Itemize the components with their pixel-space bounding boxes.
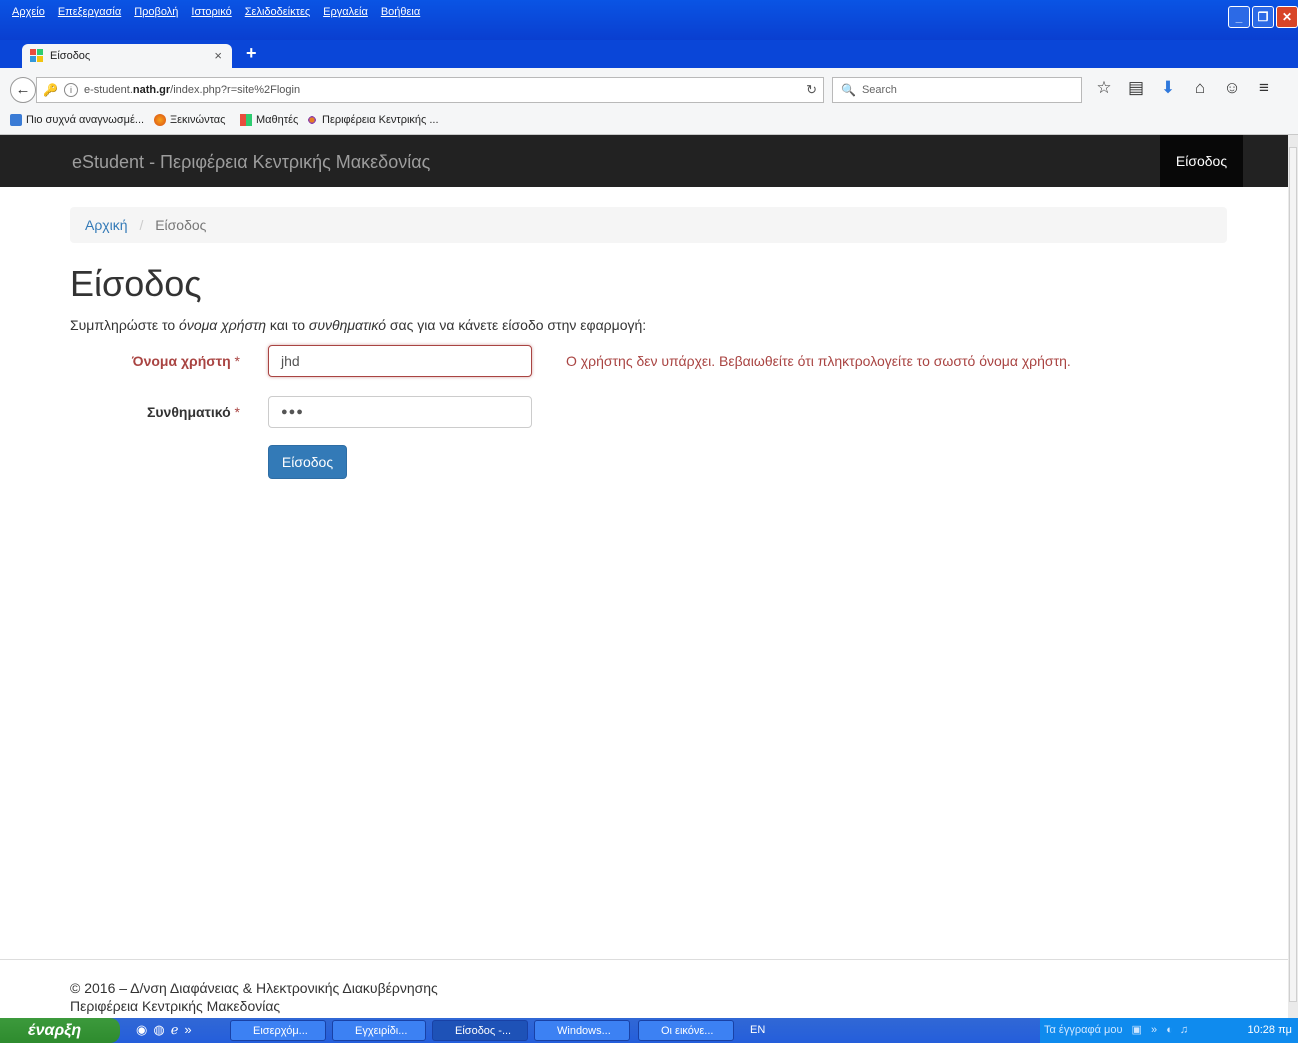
menu-help[interactable]: Βοήθεια [381, 6, 420, 18]
login-submit-button[interactable]: Είσοδος [268, 445, 347, 479]
username-label: Όνομα χρήστη * [132, 353, 240, 369]
site-brand[interactable]: eStudent - Περιφέρεια Κεντρικής Μακεδονί… [72, 152, 430, 173]
tray-network-icon[interactable]: ◐ [1166, 1024, 1173, 1036]
breadcrumb-current: Είσοδος [155, 217, 207, 233]
bookmark-getting-started[interactable]: Ξεκινώντας [154, 114, 225, 126]
navbar-login-link[interactable]: Είσοδος [1160, 135, 1243, 187]
region-logo-icon [306, 114, 318, 126]
search-input[interactable]: 🔍 Search [832, 77, 1082, 103]
hamburger-menu-icon[interactable]: ≡ [1248, 78, 1280, 98]
menu-items: Αρχείο Επεξεργασία Προβολή Ιστορικό Σελι… [12, 6, 433, 18]
more-chevron-icon[interactable]: » [184, 1022, 191, 1038]
bookmark-students[interactable]: Μαθητές [240, 114, 298, 126]
footer-divider [0, 959, 1288, 960]
download-icon[interactable]: ⬇ [1152, 78, 1184, 98]
key-icon[interactable]: 🔑 [43, 83, 58, 97]
taskbar-item-windows[interactable]: Windows... [534, 1020, 630, 1041]
system-tray: Τα έγγραφά μου ▣ » ◐ ♫ 10:28 πμ [1040, 1018, 1298, 1043]
restore-icon[interactable]: ❐ [1252, 6, 1274, 28]
taskbar-item-images[interactable]: Οι εικόνε... [638, 1020, 734, 1041]
page-title: Είσοδος [70, 263, 202, 304]
url-text: e-student.nath.gr/index.php?r=site%2Flog… [83, 84, 301, 96]
site-footer: © 2016 – Δ/νση Διαφάνειας & Ηλεκτρονικής… [70, 979, 438, 1015]
breadcrumb-home-link[interactable]: Αρχική [85, 217, 128, 233]
tray-my-documents[interactable]: Τα έγγραφά μου [1044, 1024, 1122, 1036]
breadcrumb: Αρχική / Είσοδος [70, 207, 1227, 243]
firefox-icon[interactable]: ◍ [153, 1022, 164, 1038]
window-controls: _ ❐ ✕ [1226, 6, 1298, 28]
breadcrumb-separator: / [139, 217, 144, 233]
bookmarks-toolbar: Πιο συχνά αναγνωσμέ... Ξεκινώντας Μαθητέ… [0, 108, 1298, 135]
scrollbar-thumb[interactable] [1289, 147, 1297, 1002]
site-favicon-icon [240, 114, 252, 126]
quick-launch: ◉ ◍ ℯ » [136, 1022, 192, 1038]
chat-icon[interactable]: ☺ [1216, 78, 1248, 98]
bookmark-region[interactable]: Περιφέρεια Κεντρικής ... [306, 114, 439, 126]
taskbar-item-firefox[interactable]: Είσοδος -... [432, 1020, 528, 1041]
taskbar-item-inbox[interactable]: Εισερχόμ... [230, 1020, 326, 1041]
star-bookmark-icon[interactable]: ☆ [1088, 78, 1120, 98]
username-input[interactable]: jhd [268, 345, 532, 377]
home-icon[interactable]: ⌂ [1184, 78, 1216, 98]
clock: 10:28 πμ [1247, 1024, 1292, 1036]
ie-icon[interactable]: ℯ [171, 1022, 179, 1038]
new-tab-icon[interactable]: + [246, 43, 257, 64]
web-page: eStudent - Περιφέρεια Κεντρικής Μακεδονί… [0, 135, 1288, 1018]
back-arrow-icon[interactable]: ← [10, 77, 36, 103]
search-placeholder: Search [861, 84, 897, 96]
footer-organization: Περιφέρεια Κεντρικής Μακεδονίας [70, 998, 281, 1014]
login-instructions: Συμπληρώστε το όνομα χρήστη και το συνθη… [70, 317, 647, 333]
taskbar-item-manual[interactable]: Εγχειρίδι... [332, 1020, 426, 1041]
menu-file[interactable]: Αρχείο [12, 6, 45, 18]
password-input[interactable]: ●●● [268, 396, 532, 428]
tray-folder-icon[interactable]: ▣ [1132, 1024, 1142, 1036]
bookmark-most-visited[interactable]: Πιο συχνά αναγνωσμέ... [10, 114, 144, 126]
password-label: Συνθηματικό * [146, 404, 240, 420]
toolbar-icons: ☆ ▤ ⬇ ⌂ ☺ ≡ [1088, 78, 1280, 98]
minimize-icon[interactable]: _ [1228, 6, 1250, 28]
reading-list-icon[interactable]: ▤ [1120, 78, 1152, 98]
site-favicon-icon [30, 49, 44, 63]
navigation-bar: ← 🔑 i e-student.nath.gr/index.php?r=site… [0, 68, 1298, 109]
close-window-icon[interactable]: ✕ [1276, 6, 1298, 28]
address-bar[interactable]: 🔑 i e-student.nath.gr/index.php?r=site%2… [36, 77, 824, 103]
search-icon: 🔍 [841, 83, 856, 97]
page-scrollbar[interactable] [1288, 135, 1298, 1018]
bookmark-label: Ξεκινώντας [170, 114, 226, 126]
tray-more-icon[interactable]: » [1151, 1024, 1157, 1036]
tab-title: Είσοδος [50, 50, 91, 62]
menu-bookmarks[interactable]: Σελιδοδείκτες [245, 6, 310, 18]
site-navbar: eStudent - Περιφέρεια Κεντρικής Μακεδονί… [0, 135, 1288, 187]
tray-volume-icon[interactable]: ♫ [1180, 1024, 1188, 1036]
info-icon[interactable]: i [63, 83, 78, 97]
reload-icon[interactable]: ↻ [806, 82, 817, 98]
menu-edit[interactable]: Επεξεργασία [58, 6, 121, 18]
tab-login[interactable]: Είσοδος × [22, 44, 232, 68]
start-button[interactable]: έναρξη [0, 1018, 120, 1043]
menu-view[interactable]: Προβολή [134, 6, 178, 18]
bookmark-label: Μαθητές [256, 114, 299, 126]
tab-close-icon[interactable]: × [214, 48, 222, 63]
username-error-message: Ο χρήστης δεν υπάρχει. Βεβαιωθείτε ότι π… [566, 353, 1071, 369]
footer-copyright: © 2016 – Δ/νση Διαφάνειας & Ηλεκτρονικής… [70, 980, 438, 996]
menu-bar: Αρχείο Επεξεργασία Προβολή Ιστορικό Σελι… [0, 0, 1298, 40]
tab-strip: Είσοδος × + [0, 40, 1298, 68]
chrome-icon[interactable]: ◉ [136, 1022, 147, 1038]
taskbar: έναρξη ◉ ◍ ℯ » Εισερχόμ... Εγχειρίδι... … [0, 1018, 1298, 1043]
folder-icon [10, 114, 22, 126]
bookmark-label: Πιο συχνά αναγνωσμέ... [26, 114, 145, 126]
menu-history[interactable]: Ιστορικό [191, 6, 231, 18]
language-indicator[interactable]: EN [750, 1024, 765, 1036]
menu-tools[interactable]: Εργαλεία [323, 6, 368, 18]
bookmark-label: Περιφέρεια Κεντρικής ... [322, 114, 439, 126]
firefox-icon [154, 114, 166, 126]
